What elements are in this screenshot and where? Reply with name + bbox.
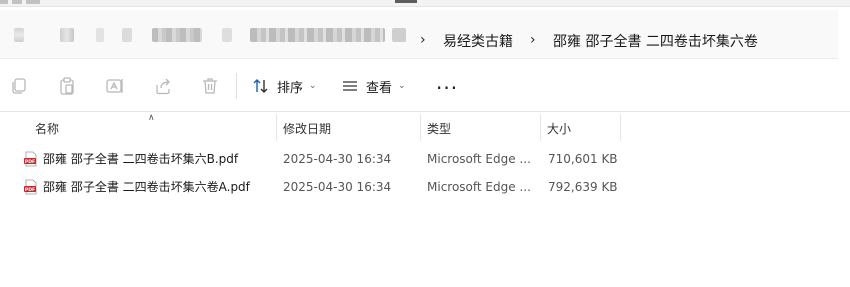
file-row[interactable]: PDF 邵雍 邵子全書 二四卷击坏集六卷A.pdf 2025-04-30 16:…	[0, 174, 850, 200]
command-bar: 排序 ⌄ 查看 ⌄ ···	[0, 63, 850, 112]
chevron-down-icon: ⌄	[398, 81, 406, 91]
column-header-name[interactable]: 名称	[35, 120, 59, 137]
file-row[interactable]: PDF 邵雍 邵子全書 二四卷击坏集六B.pdf 2025-04-30 16:3…	[0, 146, 850, 172]
file-name: 邵雍 邵子全書 二四卷击坏集六B.pdf	[43, 152, 239, 166]
file-name: 邵雍 邵子全書 二四卷击坏集六卷A.pdf	[43, 180, 250, 194]
file-type: Microsoft Edge ...	[427, 152, 531, 166]
breadcrumb-item-current[interactable]: 邵雍 邵子全書 二四卷击坏集六卷	[553, 34, 758, 50]
column-header-size[interactable]: 大小	[547, 120, 571, 137]
sort-label: 排序	[277, 80, 304, 96]
column-header-type[interactable]: 类型	[427, 120, 451, 137]
blurred-path-segment	[122, 28, 132, 42]
file-modified: 2025-04-30 16:34	[283, 180, 392, 194]
pdf-file-icon: PDF	[24, 179, 37, 195]
blurred-path-segment	[96, 28, 104, 42]
delete-icon[interactable]	[200, 76, 220, 96]
toolbar-divider	[236, 73, 237, 99]
pdf-file-icon: PDF	[24, 151, 37, 167]
column-header-modified[interactable]: 修改日期	[283, 120, 331, 137]
view-button[interactable]: 查看 ⌄	[341, 76, 406, 96]
sort-icon	[253, 79, 268, 93]
rename-icon[interactable]	[105, 76, 125, 96]
file-type: Microsoft Edge ...	[427, 180, 531, 194]
file-size: 792,639 KB	[548, 180, 618, 194]
chevron-down-icon: ⌄	[309, 81, 317, 91]
title-fragment	[0, 0, 55, 4]
file-size: 710,601 KB	[548, 152, 618, 166]
copy-icon[interactable]	[9, 76, 29, 96]
view-label: 查看	[366, 80, 393, 96]
blurred-path-segment	[60, 28, 74, 42]
blurred-path-segment	[392, 28, 406, 42]
column-divider[interactable]	[420, 114, 421, 141]
window-title-strip	[0, 0, 850, 7]
svg-text:PDF: PDF	[25, 159, 35, 165]
column-header-row	[0, 114, 850, 142]
breadcrumb-item[interactable]: 易经类古籍	[443, 34, 513, 50]
chevron-right-icon[interactable]: ›	[420, 33, 426, 47]
svg-text:PDF: PDF	[25, 187, 35, 193]
paste-icon[interactable]	[57, 76, 77, 96]
column-divider[interactable]	[540, 114, 541, 141]
more-options-icon[interactable]: ···	[436, 78, 458, 98]
address-bar[interactable]: › 易经类古籍 › 邵雍 邵子全書 二四卷击坏集六卷	[0, 10, 838, 59]
blurred-path-segment	[14, 28, 24, 42]
column-divider[interactable]	[276, 114, 277, 141]
sort-button[interactable]: 排序 ⌄	[252, 76, 317, 96]
view-icon	[343, 81, 357, 91]
chevron-right-icon[interactable]: ›	[530, 33, 536, 47]
file-modified: 2025-04-30 16:34	[283, 152, 392, 166]
title-bar-indicator	[395, 0, 417, 3]
blurred-path-segment	[222, 28, 232, 42]
sort-ascending-icon: ∧	[148, 113, 155, 123]
column-divider[interactable]	[620, 114, 621, 141]
share-icon[interactable]	[153, 76, 173, 96]
blurred-path-segment	[152, 28, 202, 42]
blurred-path-segment	[250, 28, 385, 42]
